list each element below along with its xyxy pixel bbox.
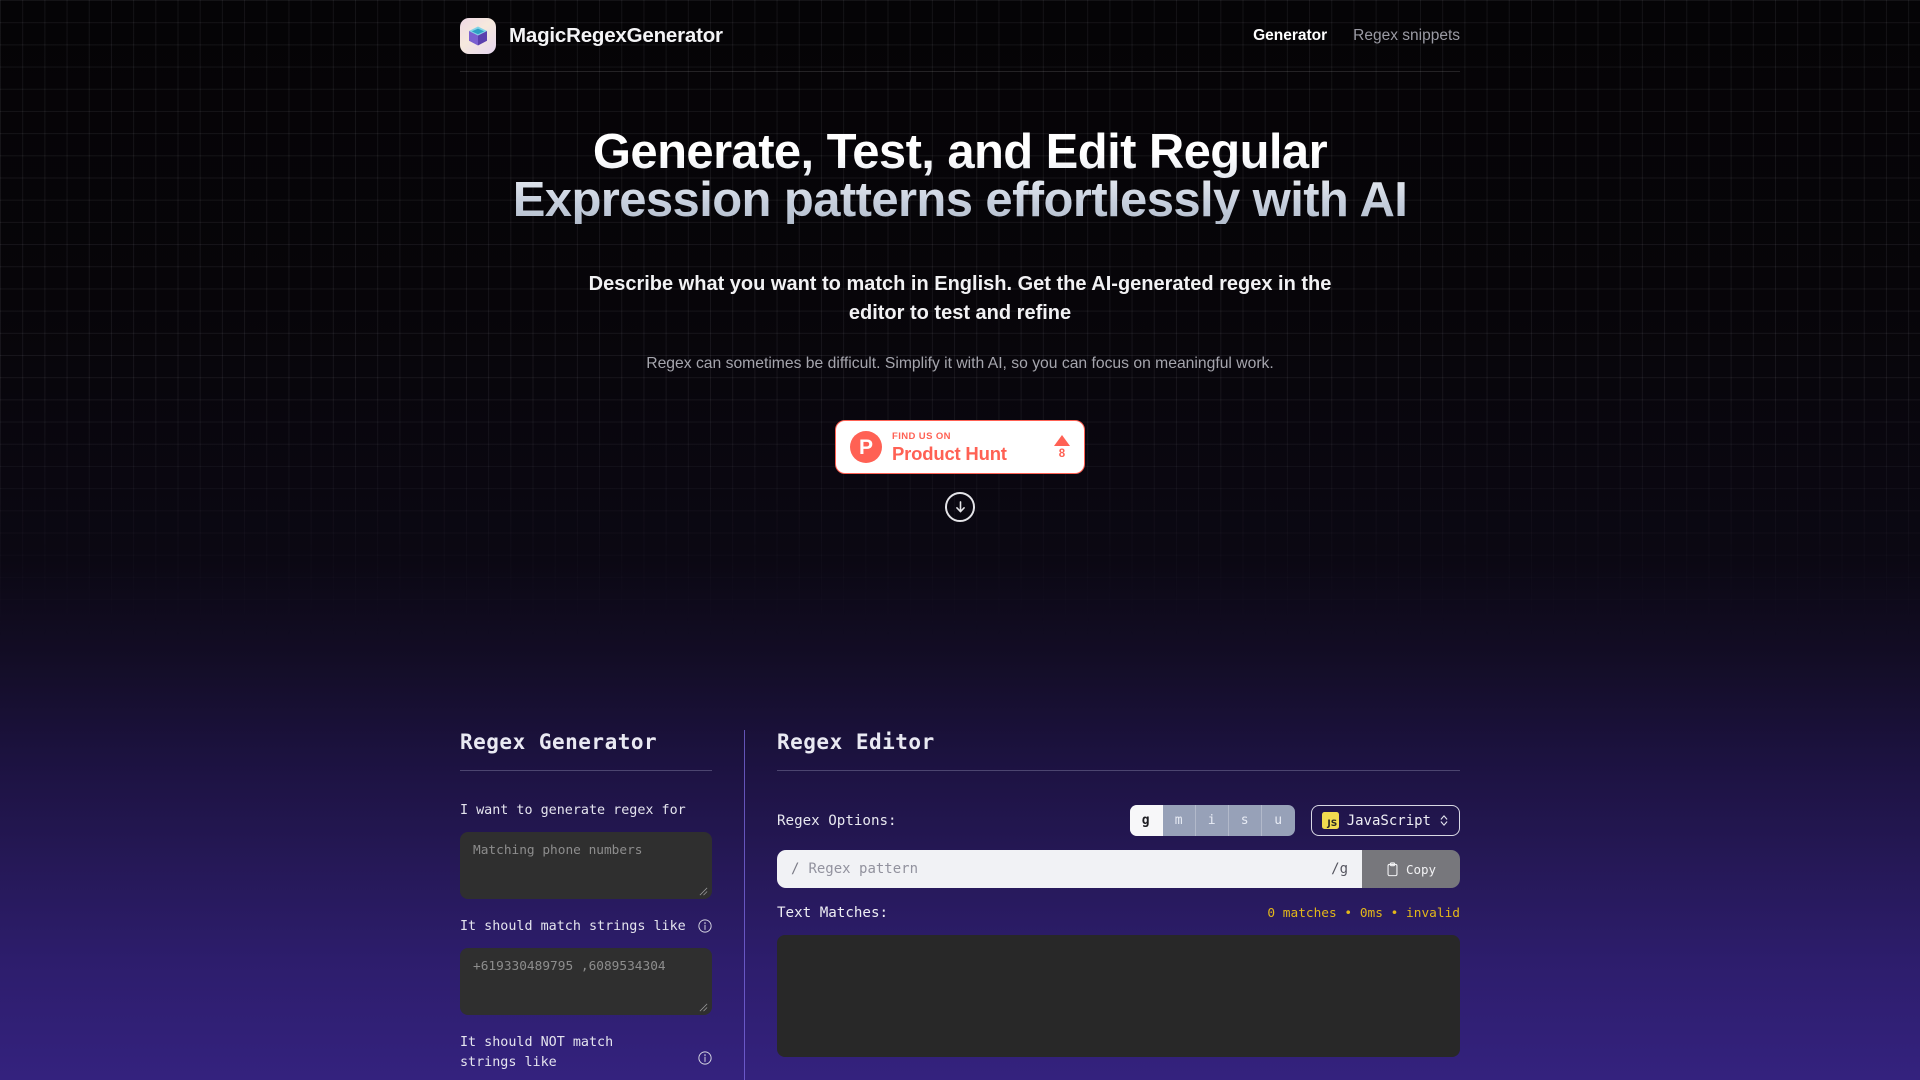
product-hunt-title: Product Hunt — [892, 442, 1007, 464]
nav-link-generator[interactable]: Generator — [1253, 27, 1327, 45]
flag-toggle-m[interactable]: m — [1163, 805, 1196, 836]
flag-toggle-s[interactable]: s — [1229, 805, 1262, 836]
hero-description: Regex can sometimes be difficult. Simpli… — [646, 355, 1274, 372]
generator-field-prompt: I want to generate regex for — [460, 801, 712, 899]
regex-options-row: Regex Options: g m i s u JS JavaScript — [777, 805, 1460, 836]
info-circle-icon[interactable] — [698, 919, 712, 933]
regex-editor-panel: Regex Editor Regex Options: g m i s u JS… — [745, 730, 1460, 1080]
should-match-input-wrap — [460, 948, 712, 1015]
should-match-input[interactable] — [460, 948, 712, 1015]
generator-field-prompt-input-wrap — [460, 832, 712, 899]
javascript-icon: JS — [1321, 812, 1339, 829]
tool-section: Regex Generator I want to generate regex… — [460, 730, 1460, 1080]
gem-cube-svg — [469, 26, 487, 45]
page-root: MagicRegexGenerator Generator Regex snip… — [0, 0, 1920, 1080]
regex-pattern-input[interactable] — [808, 861, 1323, 877]
product-hunt-text: FIND US ON Product Hunt — [892, 431, 1044, 464]
arrow-down-circle-icon[interactable] — [945, 492, 975, 522]
generate-regex-for-input[interactable] — [460, 832, 712, 899]
flag-toggle-i[interactable]: i — [1196, 805, 1229, 836]
generator-field-should-not-match: It should NOT match strings like — [460, 1033, 712, 1073]
product-hunt-upvote[interactable]: 8 — [1054, 434, 1070, 460]
product-hunt-upvote-count: 8 — [1058, 447, 1066, 460]
regex-generator-panel: Regex Generator I want to generate regex… — [460, 730, 745, 1080]
generator-field-should-match: It should match strings like — [460, 917, 712, 1015]
text-matches-row: Text Matches: 0 matches • 0ms • invalid — [777, 905, 1460, 921]
language-select[interactable]: JS JavaScript — [1310, 805, 1460, 836]
regex-flags-group: g m i s u — [1129, 805, 1295, 836]
hero-section: Generate, Test, and Edit Regular Express… — [460, 128, 1460, 522]
brand[interactable]: MagicRegexGenerator — [460, 17, 723, 54]
match-output-area[interactable] — [777, 935, 1460, 1057]
brand-name: MagicRegexGenerator — [509, 23, 723, 47]
language-select-value: JavaScript — [1346, 812, 1431, 829]
should-match-label: It should match strings like — [460, 919, 686, 934]
copy-button-label: Copy — [1405, 861, 1437, 877]
flag-toggle-g[interactable]: g — [1129, 805, 1163, 836]
regex-options-controls: g m i s u JS JavaScript — [1129, 805, 1460, 836]
text-matches-label: Text Matches: — [777, 905, 889, 921]
scroll-down-wrap — [460, 492, 1460, 522]
regex-pattern-row: / /g Copy — [777, 850, 1460, 888]
match-status-badge: 0 matches • 0ms • invalid — [1267, 905, 1460, 921]
hero-subheadline: Describe what you want to match in Engli… — [588, 273, 1332, 324]
product-hunt-wrap: P FIND US ON Product Hunt 8 — [460, 420, 1460, 474]
generator-field-prompt-label: I want to generate regex for — [460, 803, 686, 818]
regex-pattern-input-box[interactable]: / /g — [777, 850, 1362, 888]
generator-field-should-match-label-row: It should match strings like — [460, 917, 712, 937]
nav-link-regex-snippets[interactable]: Regex snippets — [1353, 27, 1460, 45]
copy-button[interactable]: Copy — [1362, 850, 1460, 888]
chevron-up-down-icon — [1440, 815, 1448, 826]
flag-toggle-u[interactable]: u — [1262, 805, 1295, 836]
info-circle-icon[interactable] — [698, 1051, 712, 1065]
gem-cube-icon — [460, 17, 496, 54]
arrow-down-glyph — [955, 500, 965, 512]
page-title: Generate, Test, and Edit Regular Express… — [460, 128, 1460, 225]
triangle-up-icon — [1054, 434, 1070, 446]
product-hunt-kicker: FIND US ON — [892, 430, 951, 442]
clipboard-icon — [1387, 861, 1398, 876]
site-header: MagicRegexGenerator Generator Regex snip… — [460, 0, 1460, 72]
should-not-match-label: It should NOT match strings like — [460, 1035, 614, 1070]
regex-options-label: Regex Options: — [777, 812, 897, 829]
regex-flags-suffix: /g — [1331, 861, 1348, 877]
generator-field-should-not-match-label-row: It should NOT match strings like — [460, 1033, 712, 1073]
product-hunt-logo-icon: P — [850, 431, 882, 463]
regex-editor-title: Regex Editor — [777, 730, 1460, 771]
regex-generator-title: Regex Generator — [460, 730, 712, 771]
main-nav: Generator Regex snippets — [1253, 27, 1460, 45]
product-hunt-badge[interactable]: P FIND US ON Product Hunt 8 — [835, 420, 1085, 474]
regex-prefix-slash: / — [791, 861, 800, 877]
